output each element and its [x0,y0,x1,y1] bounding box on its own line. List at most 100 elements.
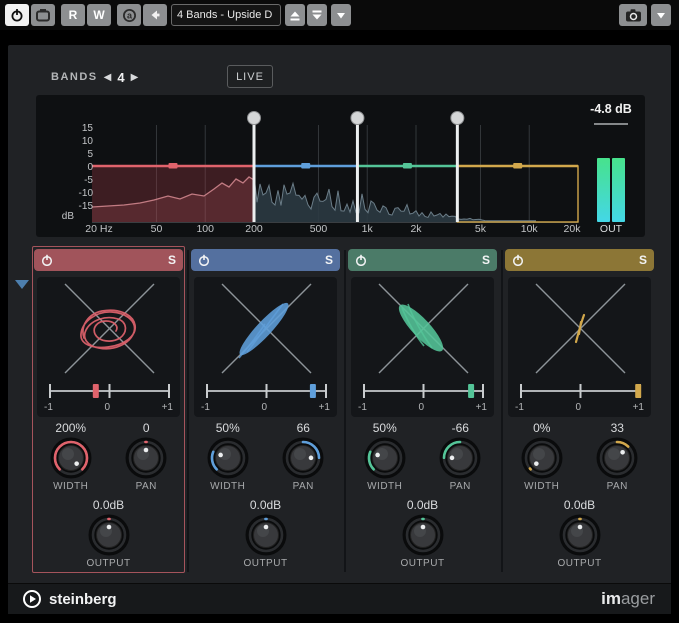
db-tick: 5 [87,149,93,160]
band-3-pan-knob[interactable] [439,437,481,479]
band-1-pan-knob[interactable] [125,437,167,479]
scope-axis-labels: -1 0 +1 [352,402,493,415]
window-menu-button[interactable] [651,4,671,26]
band-1-width-knob[interactable] [50,437,92,479]
band-2-vectorscope: -1 0 +1 [194,277,337,417]
db-tick: 0 [87,162,93,173]
preset-menu-button[interactable] [331,4,351,26]
write-automation-button[interactable]: W [87,4,111,26]
host-titlebar: R W a 4 Bands - Upside D [0,0,679,30]
band-1-panel: S -1 0 +1 200% WIDTH [32,246,185,573]
plugin-power-button[interactable] [5,4,29,26]
panel-divider [344,250,346,572]
footer-bar: steinberg imager [8,583,671,614]
bands-decrement-arrow[interactable]: ◀ [98,72,118,83]
read-label: R [69,8,78,22]
band-4-output-value: 0.0dB [564,498,595,514]
band-2-pan-label: PAN [293,481,314,492]
band-1-solo-button[interactable]: S [168,253,176,267]
bands-label: BANDS [51,71,98,83]
band-2-balance-slider[interactable] [195,382,338,402]
read-automation-button[interactable]: R [61,4,85,26]
band-3-output-knob[interactable] [402,514,444,556]
band-3-pan-label: PAN [450,481,471,492]
vectorscope-trace [576,315,584,342]
crossover-2-handle[interactable] [351,112,364,125]
band-1-output-knob[interactable] [88,514,130,556]
band-3-width-knob[interactable] [364,437,406,479]
balance-handle[interactable] [310,384,316,398]
band-count: 4 [117,70,124,85]
next-preset-button[interactable] [307,4,327,26]
freq-label: 20 Hz [85,223,112,235]
band-2-header[interactable]: S [191,249,340,271]
collapse-arrow[interactable] [15,280,29,289]
band-2-solo-button[interactable]: S [325,253,333,267]
band-3-balance-slider[interactable] [352,382,495,402]
band-2-width-knob[interactable] [207,437,249,479]
bands-increment-arrow[interactable]: ▶ [125,72,145,83]
band-4-pan-value: 33 [611,421,624,437]
band-3-output-label: OUTPUT [400,558,444,569]
db-tick: -15 [79,201,94,212]
power-icon [10,8,24,22]
preset-selector[interactable]: 4 Bands - Upside D [171,4,281,26]
power-icon[interactable] [355,254,367,266]
balance-handle[interactable] [93,384,99,398]
preset-name: 4 Bands - Upside D [177,9,272,21]
band-1-header[interactable]: S [34,249,183,271]
band-4-width-knob[interactable] [521,437,563,479]
db-tick: -5 [84,175,93,186]
band-2-pan-knob[interactable] [282,437,324,479]
insert-bypass-icon [35,8,51,23]
live-button[interactable]: LIVE [227,65,273,88]
band-4-output-knob[interactable] [559,514,601,556]
out-meter-left [597,158,610,222]
band-1-balance-slider[interactable] [38,382,181,402]
band-4-pan-knob[interactable] [596,437,638,479]
band-1-vectorscope: -1 0 +1 [37,277,180,417]
freq-label: 50 [151,223,163,235]
band-4-gain-handle[interactable] [513,163,522,169]
freq-label: 10k [521,223,539,235]
band-4-solo-button[interactable]: S [639,253,647,267]
band-1-width-label: WIDTH [53,481,88,492]
power-icon[interactable] [512,254,524,266]
band-3-header[interactable]: S [348,249,497,271]
band-2-output-knob[interactable] [245,514,287,556]
band-3-solo-button[interactable]: S [482,253,490,267]
band-4-output-label: OUTPUT [557,558,601,569]
db-tick: 10 [82,136,94,147]
band-1-output-label: OUTPUT [86,558,130,569]
product-name: imager [601,589,655,609]
vectorscope-trace [393,299,448,357]
switch-ab-button[interactable]: a [117,4,141,26]
panel-divider [501,250,503,572]
band-2-gain-handle[interactable] [301,163,310,169]
steinberg-logo-icon [22,589,42,609]
crossover-1-handle[interactable] [248,112,261,125]
ab-setting-icon: a [122,8,137,23]
power-icon[interactable] [41,254,53,266]
snapshot-button[interactable] [619,4,647,26]
band-1-gain-handle[interactable] [169,163,178,169]
freq-label: 20k [564,223,582,235]
band-3-width-label: WIDTH [367,481,402,492]
band-4-balance-slider[interactable] [509,382,652,402]
crossover-3-handle[interactable] [451,112,464,125]
band-3-gain-handle[interactable] [403,163,412,169]
previous-preset-button[interactable] [285,4,305,26]
band-1-pan-value: 0 [143,421,150,437]
band-4-header[interactable]: S [505,249,654,271]
camera-icon [624,8,643,23]
band-4-vectorscope: -1 0 +1 [508,277,651,417]
spectrum-display: 20 Hz501002005001k2k5k10k20k151050-5-10-… [36,95,645,237]
band-1-pan-label: PAN [136,481,157,492]
copy-ab-button[interactable] [143,4,167,26]
balance-handle[interactable] [468,384,474,398]
power-icon[interactable] [198,254,210,266]
band-2-output-label: OUTPUT [243,558,287,569]
panel-divider [187,250,189,572]
bypass-button[interactable] [31,4,55,26]
balance-handle[interactable] [635,384,641,398]
